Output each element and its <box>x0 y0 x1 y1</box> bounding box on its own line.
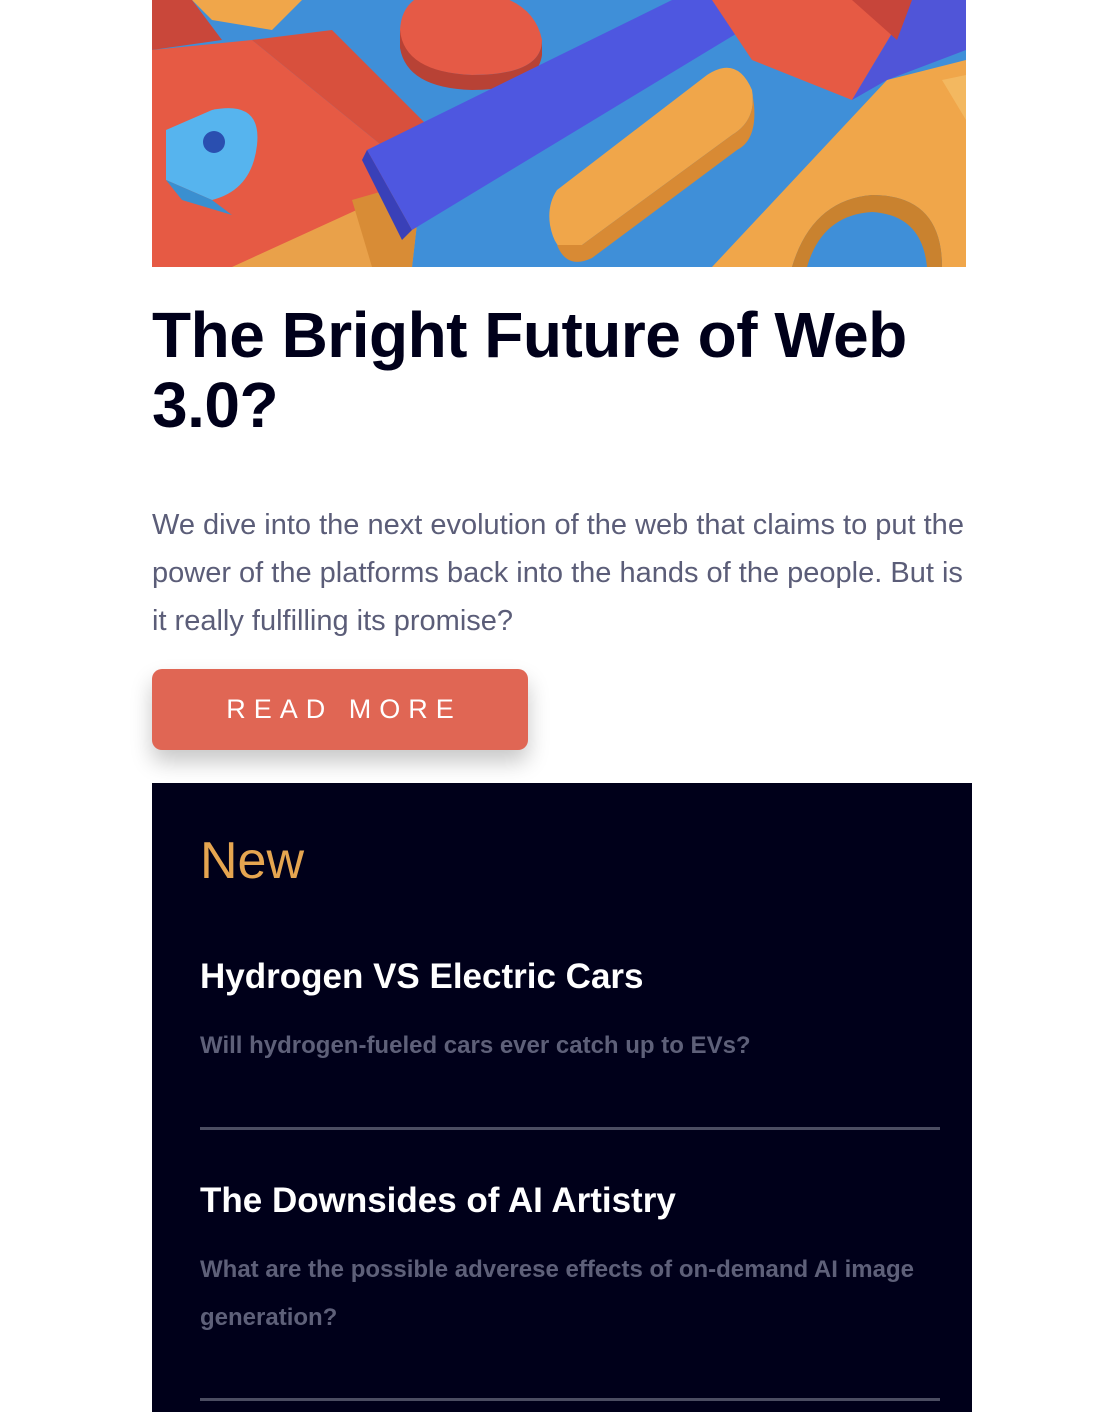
article-title: The Bright Future of Web 3.0? <box>152 299 907 441</box>
news-item-ai-artistry[interactable]: The Downsides of AI Artistry What are th… <box>200 1180 940 1405</box>
article-page: The Bright Future of Web 3.0? We dive in… <box>0 0 1120 1412</box>
news-item-description: What are the possible adverese effects o… <box>200 1256 914 1331</box>
news-item-title[interactable]: Hydrogen VS Electric Cars <box>200 956 644 998</box>
new-articles-panel: New Hydrogen VS Electric Cars Will hydro… <box>152 783 972 1412</box>
news-item-hydrogen-cars[interactable]: Hydrogen VS Electric Cars Will hydrogen-… <box>200 956 940 1132</box>
news-item-title[interactable]: The Downsides of AI Artistry <box>200 1180 676 1222</box>
news-divider <box>200 1127 940 1130</box>
news-divider <box>200 1398 940 1401</box>
article-excerpt: We dive into the next evolution of the w… <box>152 509 964 637</box>
new-section-heading: New <box>200 832 305 890</box>
read-more-button[interactable]: READ MORE <box>152 669 528 750</box>
news-item-description: Will hydrogen-fueled cars ever catch up … <box>200 1032 751 1059</box>
article-hero-image <box>152 0 966 267</box>
